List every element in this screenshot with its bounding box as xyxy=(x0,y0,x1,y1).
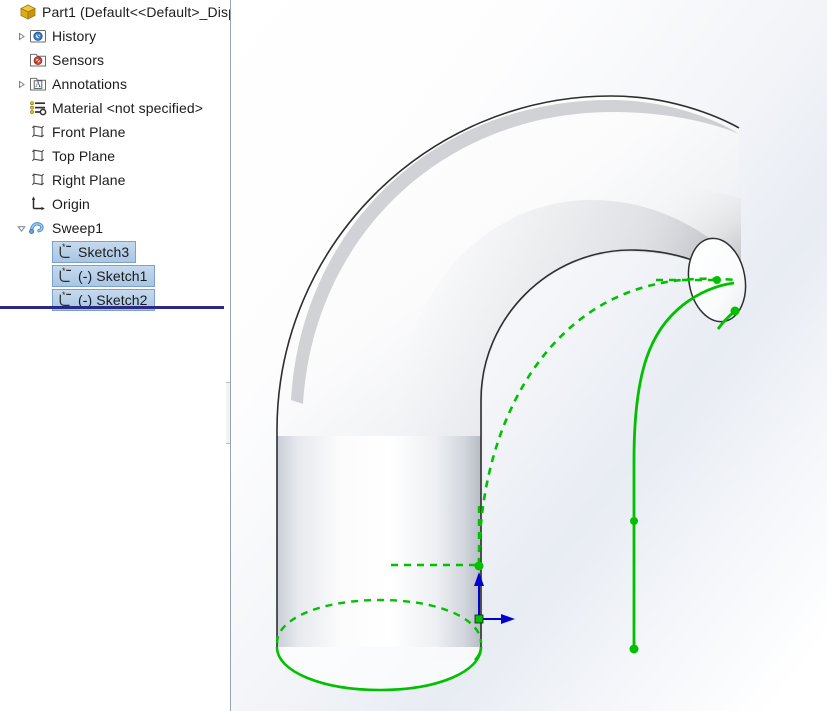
sensors-folder-icon xyxy=(28,50,48,70)
tree-item-label: Part1 (Default<<Default>_Disp xyxy=(42,4,231,20)
tree-item-label: Sketch3 xyxy=(78,244,130,260)
svg-text:A: A xyxy=(35,80,41,89)
origin-icon xyxy=(28,194,48,214)
tree-item-label: Sensors xyxy=(52,52,105,68)
part-cube-icon xyxy=(18,2,38,22)
chevron-down-icon[interactable] xyxy=(14,216,28,240)
chevron-right-icon[interactable] xyxy=(14,24,28,48)
plane-icon xyxy=(28,122,48,142)
tree-item-top-plane[interactable]: Top Plane xyxy=(0,144,230,168)
tree-item-label: Material <not specified> xyxy=(52,100,204,116)
tree-item-selected-highlight[interactable]: * Sketch3 xyxy=(52,241,137,263)
sketch-icon: * xyxy=(55,242,75,262)
tree-item-part1-default-default-disp[interactable]: Part1 (Default<<Default>_Disp xyxy=(0,0,230,24)
tree-item-sweep1[interactable]: Sweep1 xyxy=(0,216,230,240)
guide-midpoint[interactable] xyxy=(630,517,638,525)
model-canvas xyxy=(275,95,747,692)
svg-text:*: * xyxy=(62,291,66,300)
tree-item-sketch1[interactable]: * (-) Sketch1 xyxy=(0,264,230,288)
annotations-folder-icon: A xyxy=(28,74,48,94)
tree-item-sketch3[interactable]: * Sketch3 xyxy=(0,240,230,264)
path-origin-point[interactable] xyxy=(474,561,484,571)
tree-item-label: Sweep1 xyxy=(52,220,104,236)
guide-vertical-line[interactable] xyxy=(632,281,735,648)
plane-icon xyxy=(28,170,48,190)
origin-arrow-x xyxy=(501,614,515,624)
feature-tree-list[interactable]: Part1 (Default<<Default>_Disp History Se… xyxy=(0,0,230,312)
chevron-right-icon[interactable] xyxy=(14,72,28,96)
tree-item-label: (-) Sketch1 xyxy=(78,268,148,284)
graphics-viewport[interactable] xyxy=(231,0,827,711)
material-icon xyxy=(28,98,48,118)
tree-item-annotations[interactable]: A Annotations xyxy=(0,72,230,96)
tree-item-sensors[interactable]: Sensors xyxy=(0,48,230,72)
svg-text:*: * xyxy=(62,267,66,276)
plane-icon xyxy=(28,146,48,166)
history-folder-icon xyxy=(28,26,48,46)
tree-item-material-not-specified[interactable]: Material <not specified> xyxy=(0,96,230,120)
tree-item-label: Front Plane xyxy=(52,124,126,140)
tree-item-label: Right Plane xyxy=(52,172,126,188)
feature-manager-tree-panel[interactable]: Part1 (Default<<Default>_Disp History Se… xyxy=(0,0,231,711)
tree-item-selected-highlight[interactable]: * (-) Sketch1 xyxy=(52,265,155,287)
sweep-path-arc[interactable] xyxy=(477,277,737,566)
svg-text:*: * xyxy=(62,243,66,252)
guide-end-point[interactable] xyxy=(629,644,639,654)
tree-item-label: Annotations xyxy=(52,76,128,92)
tree-item-label: Origin xyxy=(52,196,90,212)
origin-point-marker xyxy=(474,614,484,624)
tree-item-right-plane[interactable]: Right Plane xyxy=(0,168,230,192)
tree-item-label: Top Plane xyxy=(52,148,116,164)
bottom-cap-face xyxy=(277,647,481,690)
solidworks-window: Part1 (Default<<Default>_Disp History Se… xyxy=(0,0,827,711)
tree-item-label: History xyxy=(52,28,97,44)
elbow-body xyxy=(276,95,747,691)
sweep-icon xyxy=(28,218,48,238)
tree-item-front-plane[interactable]: Front Plane xyxy=(0,120,230,144)
rollback-bar[interactable] xyxy=(0,306,224,309)
sketch-icon: * xyxy=(55,266,75,286)
end-face-centre-point[interactable] xyxy=(713,276,721,284)
tree-item-origin[interactable]: Origin xyxy=(0,192,230,216)
tree-item-history[interactable]: History xyxy=(0,24,230,48)
